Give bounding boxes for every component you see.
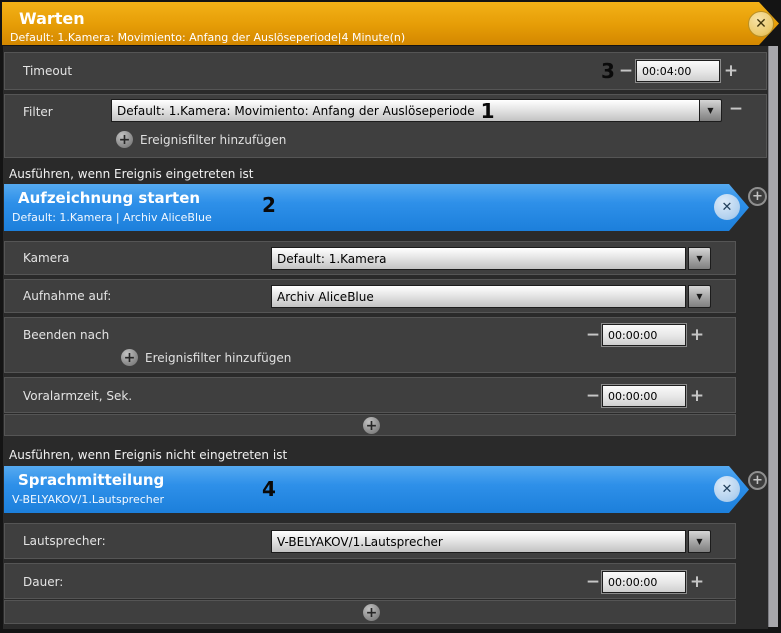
kamera-combobox[interactable]: Default: 1.Kamera bbox=[271, 247, 686, 270]
aufnahme-combobox-value: Archiv AliceBlue bbox=[277, 289, 374, 304]
banner1-subtitle: Default: 1.Kamera | Archiv AliceBlue bbox=[12, 211, 212, 224]
beenden-minus-button[interactable]: − bbox=[585, 327, 601, 344]
aufnahme-dropdown-icon[interactable]: ▼ bbox=[688, 285, 711, 308]
kamera-row: Kamera Default: 1.Kamera ▼ bbox=[4, 241, 736, 275]
section1-label: Ausführen, wenn Ereignis eingetreten ist bbox=[9, 167, 254, 181]
add-action1-button[interactable]: + bbox=[748, 187, 767, 206]
add-eventfilter2-link[interactable]: Ereignisfilter hinzufügen bbox=[145, 351, 291, 365]
warten-dialog: Warten Default: 1.Kamera: Movimiento: An… bbox=[0, 0, 781, 633]
annotation-3: 3 bbox=[601, 59, 615, 83]
timeout-value-field[interactable]: 00:04:00 bbox=[636, 60, 720, 82]
filter-remove-button[interactable]: − bbox=[728, 101, 744, 118]
lautsprecher-label: Lautsprecher: bbox=[23, 534, 106, 548]
beenden-value-field[interactable]: 00:00:00 bbox=[602, 324, 686, 346]
section2-label: Ausführen, wenn Ereignis nicht eingetret… bbox=[9, 448, 288, 462]
beenden-block: Beenden nach − 00:00:00 + + Ereignisfilt… bbox=[4, 317, 736, 373]
voralarm-value-field[interactable]: 00:00:00 bbox=[602, 385, 686, 407]
close-icon[interactable]: ✕ bbox=[748, 11, 774, 37]
remove-action1-icon[interactable]: ✕ bbox=[714, 194, 740, 220]
lautsprecher-row: Lautsprecher: V-BELYAKOV/1.Lautsprecher … bbox=[4, 523, 736, 559]
dauer-value-field[interactable]: 00:00:00 bbox=[602, 571, 686, 593]
action-banner-aufzeichnung[interactable]: Aufzeichnung starten Default: 1.Kamera |… bbox=[4, 184, 749, 231]
annotation-2: 2 bbox=[262, 193, 276, 217]
banner1-title: Aufzeichnung starten bbox=[18, 189, 201, 207]
aufnahme-combobox[interactable]: Archiv AliceBlue bbox=[271, 285, 686, 308]
section1-addrow: + bbox=[4, 414, 736, 436]
add-filter2-icon[interactable]: + bbox=[121, 349, 138, 366]
timeout-plus-button[interactable]: + bbox=[723, 63, 739, 80]
annotation-4: 4 bbox=[262, 477, 276, 501]
voralarm-plus-button[interactable]: + bbox=[689, 388, 705, 405]
voralarm-row: Voralarmzeit, Sek. − 00:00:00 + bbox=[4, 377, 736, 413]
filter-block: Filter Default: 1.Kamera: Movimiento: An… bbox=[4, 94, 767, 158]
kamera-dropdown-icon[interactable]: ▼ bbox=[688, 247, 711, 270]
aufnahme-label: Aufnahme auf: bbox=[23, 289, 112, 303]
add-eventfilter-link[interactable]: Ereignisfilter hinzufügen bbox=[140, 133, 286, 147]
remove-action2-icon[interactable]: ✕ bbox=[714, 476, 740, 502]
dauer-label: Dauer: bbox=[23, 575, 64, 589]
dauer-row: Dauer: − 00:00:00 + bbox=[4, 563, 736, 599]
banner2-title: Sprachmitteilung bbox=[18, 471, 165, 489]
filter-combobox[interactable]: Default: 1.Kamera: Movimiento: Anfang de… bbox=[111, 99, 700, 122]
lautsprecher-dropdown-icon[interactable]: ▼ bbox=[688, 530, 711, 553]
timeout-minus-button[interactable]: − bbox=[618, 63, 634, 80]
timeout-row: Timeout 3 − 00:04:00 + bbox=[4, 52, 767, 90]
lautsprecher-combobox[interactable]: V-BELYAKOV/1.Lautsprecher bbox=[271, 530, 686, 553]
scrollbar[interactable] bbox=[768, 46, 778, 627]
annotation-1: 1 bbox=[480, 99, 495, 122]
dauer-minus-button[interactable]: − bbox=[585, 574, 601, 591]
lautsprecher-combobox-value: V-BELYAKOV/1.Lautsprecher bbox=[277, 534, 443, 549]
banner2-subtitle: V-BELYAKOV/1.Lautsprecher bbox=[12, 493, 165, 506]
filter-combobox-value: Default: 1.Kamera: Movimiento: Anfang de… bbox=[117, 103, 475, 118]
voralarm-minus-button[interactable]: − bbox=[585, 388, 601, 405]
filter-label: Filter bbox=[23, 105, 53, 119]
dialog-body: Timeout 3 − 00:04:00 + Filter Default: 1… bbox=[3, 46, 768, 629]
dialog-subtitle: Default: 1.Kamera: Movimiento: Anfang de… bbox=[10, 31, 406, 44]
beenden-label: Beenden nach bbox=[23, 328, 110, 342]
beenden-plus-button[interactable]: + bbox=[689, 327, 705, 344]
timeout-label: Timeout bbox=[23, 64, 73, 78]
dialog-header[interactable]: Warten Default: 1.Kamera: Movimiento: An… bbox=[2, 2, 779, 45]
action-banner-sprachmitteilung[interactable]: Sprachmitteilung V-BELYAKOV/1.Lautsprech… bbox=[4, 466, 749, 513]
section2-add-icon[interactable]: + bbox=[363, 604, 380, 621]
dauer-plus-button[interactable]: + bbox=[689, 574, 705, 591]
filter-dropdown-icon[interactable]: ▼ bbox=[699, 99, 722, 122]
voralarm-label: Voralarmzeit, Sek. bbox=[23, 389, 133, 403]
add-filter-icon[interactable]: + bbox=[116, 131, 133, 148]
add-action2-button[interactable]: + bbox=[748, 471, 767, 490]
section1-add-icon[interactable]: + bbox=[363, 417, 380, 434]
dialog-title: Warten bbox=[19, 9, 85, 28]
kamera-combobox-value: Default: 1.Kamera bbox=[277, 251, 387, 266]
section2-addrow: + bbox=[4, 600, 736, 624]
aufnahme-row: Aufnahme auf: Archiv AliceBlue ▼ bbox=[4, 279, 736, 313]
kamera-label: Kamera bbox=[23, 251, 70, 265]
